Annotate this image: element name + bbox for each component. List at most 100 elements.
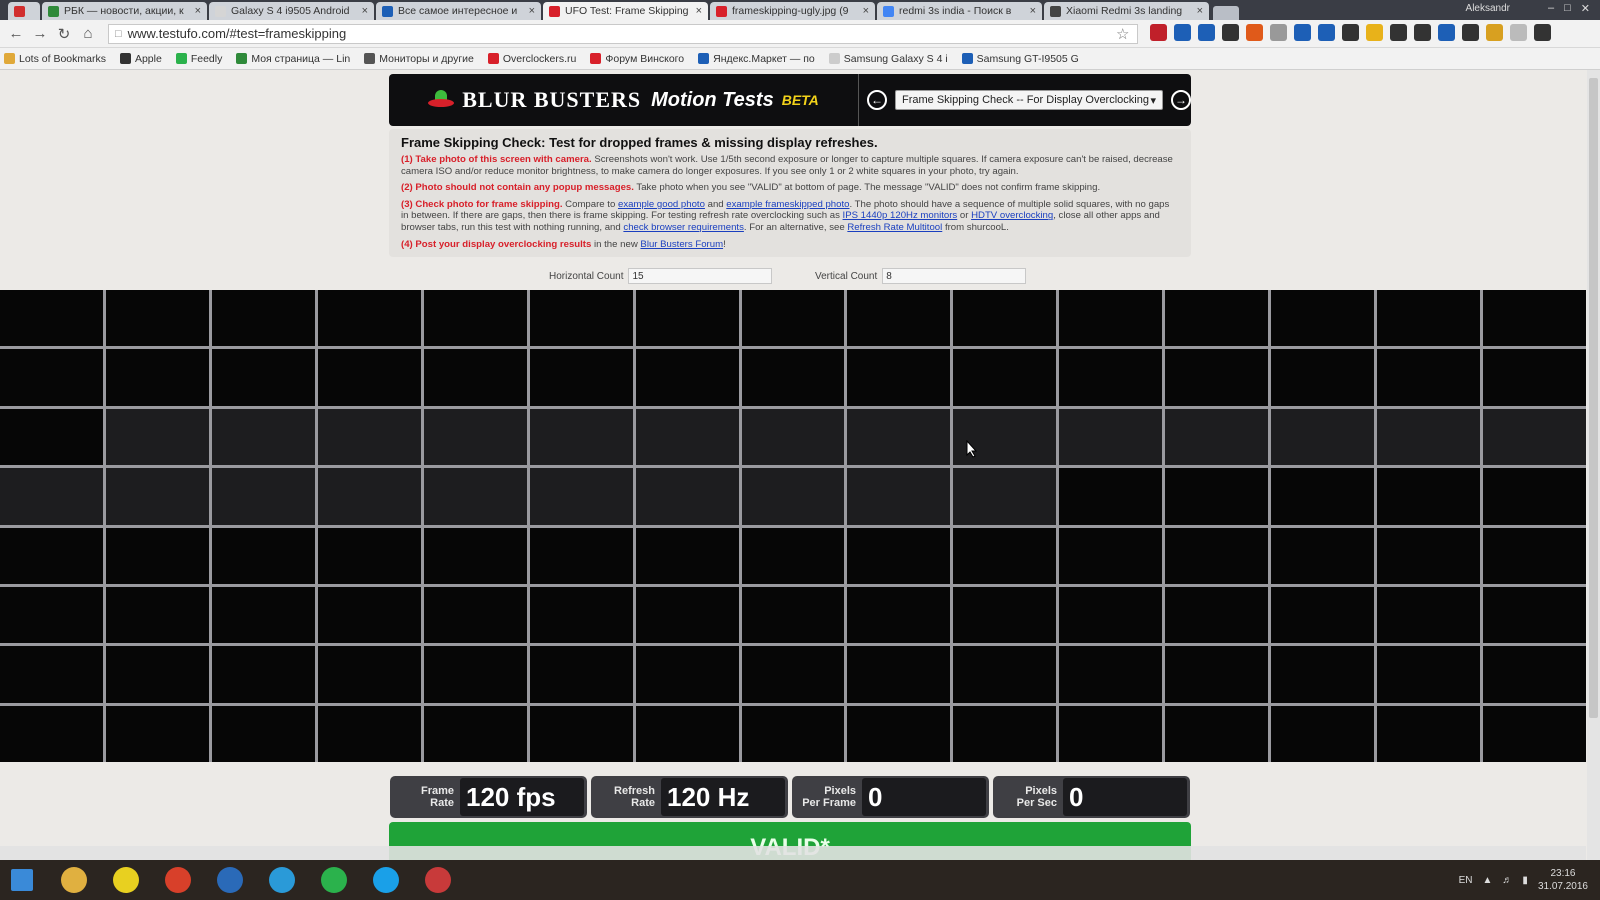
- tab-close-icon[interactable]: ×: [1030, 5, 1036, 17]
- extension-icon[interactable]: [1318, 24, 1335, 41]
- stat-label: Frame Rate: [390, 785, 460, 809]
- horizontal-scrollbar[interactable]: [0, 846, 1586, 860]
- hdtv-overclocking-link[interactable]: HDTV overclocking: [971, 210, 1053, 221]
- grid-cell: [211, 290, 315, 347]
- extension-icon[interactable]: [1390, 24, 1407, 41]
- stat-box: Frame Rate 120 fps: [390, 776, 587, 818]
- hangouts-icon: [321, 867, 347, 893]
- extension-icon[interactable]: [1198, 24, 1215, 41]
- tab-favicon-icon: [883, 5, 894, 17]
- bookmark-item[interactable]: Мониторы и другие: [364, 53, 474, 65]
- forum-link[interactable]: Blur Busters Forum: [640, 239, 723, 250]
- bookmark-item[interactable]: Форум Винского: [590, 53, 684, 65]
- language-indicator[interactable]: EN: [1459, 875, 1473, 886]
- browser-tab[interactable]: Xiaomi Redmi 3s landing ×: [1044, 2, 1209, 20]
- site-logo[interactable]: BLUR BUSTERS Motion Tests BETA: [389, 74, 859, 126]
- extension-icon[interactable]: [1294, 24, 1311, 41]
- maximize-icon[interactable]: □: [1564, 2, 1571, 15]
- browser-tab[interactable]: Galaxy S 4 i9505 Android ×: [209, 2, 374, 20]
- test-select[interactable]: Frame Skipping Check -- For Display Over…: [895, 90, 1163, 110]
- tab-close-icon[interactable]: ×: [863, 5, 869, 17]
- minimize-icon[interactable]: –: [1548, 2, 1554, 15]
- telegram-icon: [269, 867, 295, 893]
- extension-icon[interactable]: [1342, 24, 1359, 41]
- bookmark-item[interactable]: Lots of Bookmarks: [4, 53, 106, 65]
- horizontal-count-input[interactable]: [628, 268, 773, 284]
- bookmark-item[interactable]: Samsung Galaxy S 4 i: [828, 53, 948, 65]
- browser-tab[interactable]: redmi 3s india - Поиск в ×: [877, 2, 1042, 20]
- bookmark-label: Форум Винского: [605, 52, 685, 65]
- extension-icon[interactable]: [1486, 24, 1503, 41]
- extension-icon[interactable]: [1510, 24, 1527, 41]
- example-good-photo-link[interactable]: example good photo: [618, 199, 705, 210]
- skype-taskbar-button[interactable]: [364, 862, 408, 898]
- extension-icon[interactable]: [1270, 24, 1287, 41]
- home-icon[interactable]: ⌂: [78, 24, 98, 44]
- refresh-rate-multitool-link[interactable]: Refresh Rate Multitool: [847, 222, 942, 233]
- new-tab-button[interactable]: [1213, 6, 1239, 20]
- extension-icon[interactable]: [1462, 24, 1479, 41]
- bookmark-icon: [590, 53, 602, 64]
- help-taskbar-button[interactable]: [104, 862, 148, 898]
- address-bar[interactable]: □ www.testufo.com/#test=frameskipping: [108, 23, 1138, 44]
- grid-cell: [317, 290, 421, 347]
- grid-cell: [105, 646, 209, 703]
- prev-test-button[interactable]: ←: [867, 90, 887, 110]
- tray-up-icon[interactable]: ▲: [1483, 875, 1493, 886]
- bookmark-item[interactable]: Моя страница — Lin: [236, 53, 350, 65]
- tab-close-icon[interactable]: ×: [529, 5, 535, 17]
- browser-requirements-link[interactable]: check browser requirements: [623, 222, 744, 233]
- browser-tab[interactable]: UFO Test: Frame Skipping ×: [543, 2, 708, 20]
- grid-cell: [1483, 586, 1586, 644]
- browser-tab[interactable]: РБК — новости, акции, к ×: [42, 2, 207, 20]
- tab-close-icon[interactable]: ×: [1197, 5, 1203, 17]
- profile-name[interactable]: Aleksandr: [1466, 3, 1510, 14]
- volume-icon[interactable]: ♬: [1502, 875, 1512, 886]
- grid-cell: [953, 705, 1057, 762]
- tab-close-icon[interactable]: ×: [362, 5, 368, 17]
- tab-strip: РБК — новости, акции, к × Galaxy S 4 i9505…: [0, 0, 1600, 20]
- bookmark-item[interactable]: Apple: [119, 53, 162, 65]
- bookmark-item[interactable]: Feedly: [175, 53, 222, 65]
- bookmark-item[interactable]: Яндекс.Маркет — по: [698, 53, 815, 65]
- grid-cell: [529, 646, 633, 703]
- chrome-taskbar-button[interactable]: [156, 862, 200, 898]
- stat-label: Pixels Per Frame: [792, 785, 862, 809]
- extension-icon[interactable]: [1414, 24, 1431, 41]
- tab-close-icon[interactable]: ×: [195, 5, 201, 17]
- bookmark-item[interactable]: Samsung GT-I9505 G: [961, 53, 1079, 65]
- scrollbar-thumb[interactable]: [1589, 78, 1598, 718]
- telegram-taskbar-button[interactable]: [260, 862, 304, 898]
- extension-icon[interactable]: [1174, 24, 1191, 41]
- tab-favicon-icon: [716, 5, 727, 17]
- bookmark-star-icon[interactable]: ☆: [1116, 25, 1129, 43]
- next-test-button[interactable]: →: [1171, 90, 1191, 110]
- reload-icon[interactable]: ↻: [54, 24, 74, 44]
- vertical-count-input[interactable]: [882, 268, 1027, 284]
- extension-icon[interactable]: [1366, 24, 1383, 41]
- example-frameskipped-photo-link[interactable]: example frameskipped photo: [726, 199, 849, 210]
- extension-icon[interactable]: [1534, 24, 1551, 41]
- extension-icon[interactable]: [1246, 24, 1263, 41]
- ips-monitors-link[interactable]: IPS 1440p 120Hz monitors: [843, 210, 958, 221]
- explorer-taskbar-button[interactable]: [52, 862, 96, 898]
- browser-tab[interactable]: [8, 2, 40, 20]
- thunderbird-taskbar-button[interactable]: [208, 862, 252, 898]
- browser-tab[interactable]: frameskipping-ugly.jpg (9 ×: [710, 2, 875, 20]
- extension-icon[interactable]: [1222, 24, 1239, 41]
- clock[interactable]: 23:16 31.07.2016: [1538, 867, 1588, 893]
- browser-tab[interactable]: Все самое интересное и ×: [376, 2, 541, 20]
- grid-cell: [1165, 527, 1269, 584]
- close-window-icon[interactable]: ✕: [1581, 2, 1590, 15]
- extension-icon[interactable]: [1150, 24, 1167, 41]
- network-icon[interactable]: ▮: [1522, 875, 1528, 886]
- bookmark-item[interactable]: Overclockers.ru: [487, 53, 576, 65]
- back-icon[interactable]: ←: [6, 24, 26, 44]
- extension-icon[interactable]: [1438, 24, 1455, 41]
- hangouts-taskbar-button[interactable]: [312, 862, 356, 898]
- tab-close-icon[interactable]: ×: [696, 5, 702, 17]
- forward-icon[interactable]: →: [30, 24, 50, 44]
- vertical-scrollbar[interactable]: [1587, 70, 1600, 860]
- windows-start-taskbar-button[interactable]: [0, 862, 44, 898]
- app-eye-taskbar-button[interactable]: [416, 862, 460, 898]
